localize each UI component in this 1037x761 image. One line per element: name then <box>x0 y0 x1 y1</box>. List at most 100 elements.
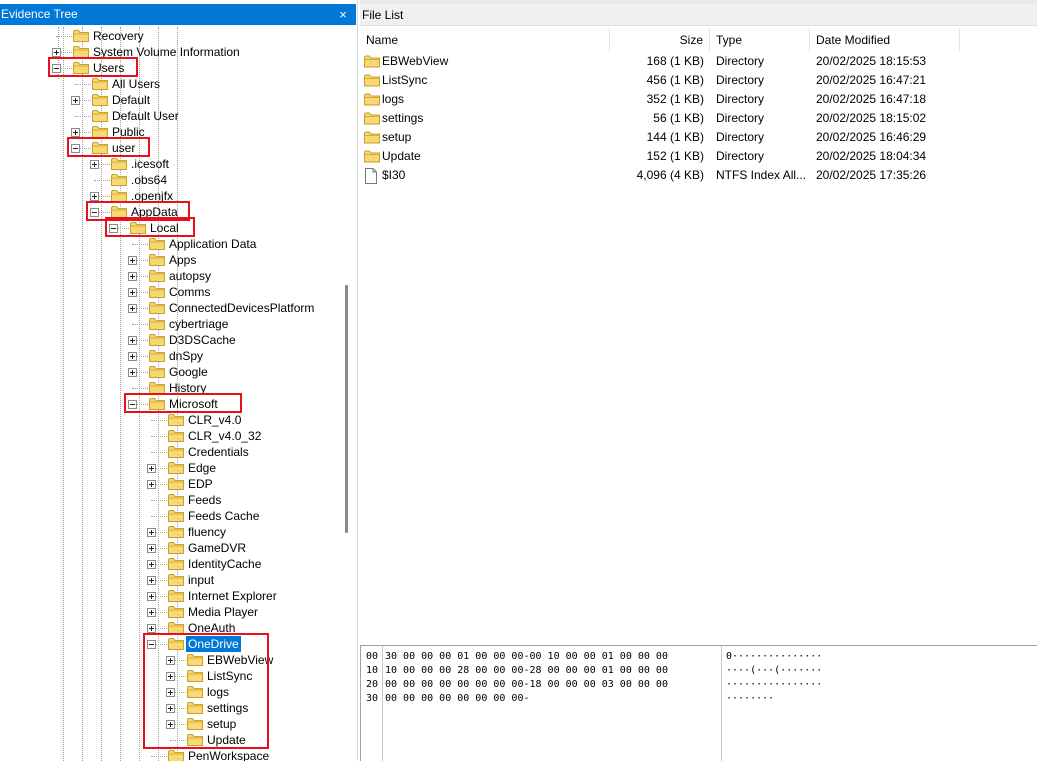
tree-node-label: autopsy <box>169 269 212 283</box>
close-icon[interactable]: × <box>336 4 350 25</box>
tree-node-credentials[interactable]: Credentials <box>0 444 344 460</box>
tree-node-local[interactable]: Local <box>0 220 344 236</box>
expand-icon[interactable] <box>166 688 175 697</box>
tree-node-clr-v4-0[interactable]: CLR_v4.0 <box>0 412 344 428</box>
expand-icon[interactable] <box>52 48 61 57</box>
expand-icon[interactable] <box>147 528 156 537</box>
file-name: ListSync <box>382 73 428 87</box>
tree-node-feeds[interactable]: Feeds <box>0 492 344 508</box>
tree-node-edp[interactable]: EDP <box>0 476 344 492</box>
expand-icon[interactable] <box>166 720 175 729</box>
tree-node-application-data[interactable]: Application Data <box>0 236 344 252</box>
tree-node-apps[interactable]: Apps <box>0 252 344 268</box>
tree-node-obs64[interactable]: .obs64 <box>0 172 344 188</box>
tree-node-internet-explorer[interactable]: Internet Explorer <box>0 588 344 604</box>
expand-icon[interactable] <box>71 96 80 105</box>
tree-node-default[interactable]: Default <box>0 92 344 108</box>
tree-node-edge[interactable]: Edge <box>0 460 344 476</box>
tree-node-ebwebview[interactable]: EBWebView <box>0 652 344 668</box>
column-header-date-modified[interactable]: Date Modified <box>810 28 960 52</box>
tree-node-openjfx[interactable]: .openjfx <box>0 188 344 204</box>
expand-icon[interactable] <box>147 544 156 553</box>
column-header-size[interactable]: Size <box>610 28 710 52</box>
expand-icon[interactable] <box>147 608 156 617</box>
tree-node-connecteddevicesplatform[interactable]: ConnectedDevicesPlatform <box>0 300 344 316</box>
tree-node-system-volume-information[interactable]: System Volume Information <box>0 44 344 60</box>
expand-icon[interactable] <box>128 352 137 361</box>
tree-node-media-player[interactable]: Media Player <box>0 604 344 620</box>
folder-icon <box>149 397 165 410</box>
tree-node-input[interactable]: input <box>0 572 344 588</box>
tree-node-feeds-cache[interactable]: Feeds Cache <box>0 508 344 524</box>
file-list-row[interactable]: EBWebView 168 (1 KB) Directory 20/02/2025 1… <box>360 52 960 71</box>
tree-node-public[interactable]: Public <box>0 124 344 140</box>
tree-node-oneauth[interactable]: OneAuth <box>0 620 344 636</box>
expand-icon[interactable] <box>147 576 156 585</box>
tree-node-appdata[interactable]: AppData <box>0 204 344 220</box>
tree-node-recovery[interactable]: Recovery <box>0 28 344 44</box>
tree-node-fluency[interactable]: fluency <box>0 524 344 540</box>
folder-icon <box>187 717 203 730</box>
file-name: EBWebView <box>382 54 449 68</box>
tree-node-identitycache[interactable]: IdentityCache <box>0 556 344 572</box>
expand-icon[interactable] <box>147 560 156 569</box>
folder-icon <box>111 157 127 170</box>
tree-node-google[interactable]: Google <box>0 364 344 380</box>
column-header-type[interactable]: Type <box>710 28 810 52</box>
tree-node-dnspy[interactable]: dnSpy <box>0 348 344 364</box>
file-list-row[interactable]: ListSync 456 (1 KB) Directory 20/02/2025 16… <box>360 71 960 90</box>
expand-icon[interactable] <box>128 272 137 281</box>
tree-node-autopsy[interactable]: autopsy <box>0 268 344 284</box>
collapse-icon[interactable] <box>52 64 61 73</box>
folder-icon <box>168 557 184 570</box>
expand-icon[interactable] <box>147 464 156 473</box>
expand-icon[interactable] <box>128 256 137 265</box>
collapse-icon[interactable] <box>128 400 137 409</box>
hex-view-pane: 00 30 00 00 00 01 00 00 00-00 10 00 00 01… <box>360 645 1037 761</box>
expand-icon[interactable] <box>166 656 175 665</box>
collapse-icon[interactable] <box>147 640 156 649</box>
expand-icon[interactable] <box>147 480 156 489</box>
tree-node-settings[interactable]: settings <box>0 700 344 716</box>
tree-node-onedrive[interactable]: OneDrive <box>0 636 344 652</box>
tree-node-logs[interactable]: logs <box>0 684 344 700</box>
tree-node-clr-v4-0-32[interactable]: CLR_v4.0_32 <box>0 428 344 444</box>
tree-node-users[interactable]: Users <box>0 60 344 76</box>
expand-icon[interactable] <box>166 704 175 713</box>
expand-icon[interactable] <box>90 160 99 169</box>
expand-icon[interactable] <box>128 336 137 345</box>
tree-node-gamedvr[interactable]: GameDVR <box>0 540 344 556</box>
tree-node-listsync[interactable]: ListSync <box>0 668 344 684</box>
file-list-row[interactable]: setup 144 (1 KB) Directory 20/02/2025 16:46… <box>360 128 960 147</box>
expand-icon[interactable] <box>147 624 156 633</box>
file-list-row[interactable]: Update 152 (1 KB) Directory 20/02/2025 18:0… <box>360 147 960 166</box>
tree-node-update[interactable]: Update <box>0 732 344 748</box>
tree-node-icesoft[interactable]: .icesoft <box>0 156 344 172</box>
tree-node-label: Media Player <box>188 605 259 619</box>
tree-node-user[interactable]: user <box>0 140 344 156</box>
tree-node-d3dscache[interactable]: D3DSCache <box>0 332 344 348</box>
expand-icon[interactable] <box>128 288 137 297</box>
tree-node-setup[interactable]: setup <box>0 716 344 732</box>
tree-node-all-users[interactable]: All Users <box>0 76 344 92</box>
file-list-row[interactable]: logs 352 (1 KB) Directory 20/02/2025 16:47:… <box>360 90 960 109</box>
tree-node-cybertriage[interactable]: cybertriage <box>0 316 344 332</box>
expand-icon[interactable] <box>90 192 99 201</box>
expand-icon[interactable] <box>147 592 156 601</box>
collapse-icon[interactable] <box>90 208 99 217</box>
expand-icon[interactable] <box>128 368 137 377</box>
tree-scrollbar-thumb[interactable] <box>345 285 348 533</box>
expand-icon[interactable] <box>71 128 80 137</box>
tree-node-history[interactable]: History <box>0 380 344 396</box>
file-list-row[interactable]: $I30 4,096 (4 KB) NTFS Index All... 20/02/2… <box>360 166 960 185</box>
expand-icon[interactable] <box>166 672 175 681</box>
tree-node-default-user[interactable]: Default User <box>0 108 344 124</box>
tree-node-comms[interactable]: Comms <box>0 284 344 300</box>
column-header-name[interactable]: Name <box>360 28 610 52</box>
collapse-icon[interactable] <box>109 224 118 233</box>
expand-icon[interactable] <box>128 304 137 313</box>
collapse-icon[interactable] <box>71 144 80 153</box>
file-list-row[interactable]: settings 56 (1 KB) Directory 20/02/2025 18:… <box>360 109 960 128</box>
tree-node-penworkspace[interactable]: PenWorkspace <box>0 748 344 761</box>
tree-node-microsoft[interactable]: Microsoft <box>0 396 344 412</box>
